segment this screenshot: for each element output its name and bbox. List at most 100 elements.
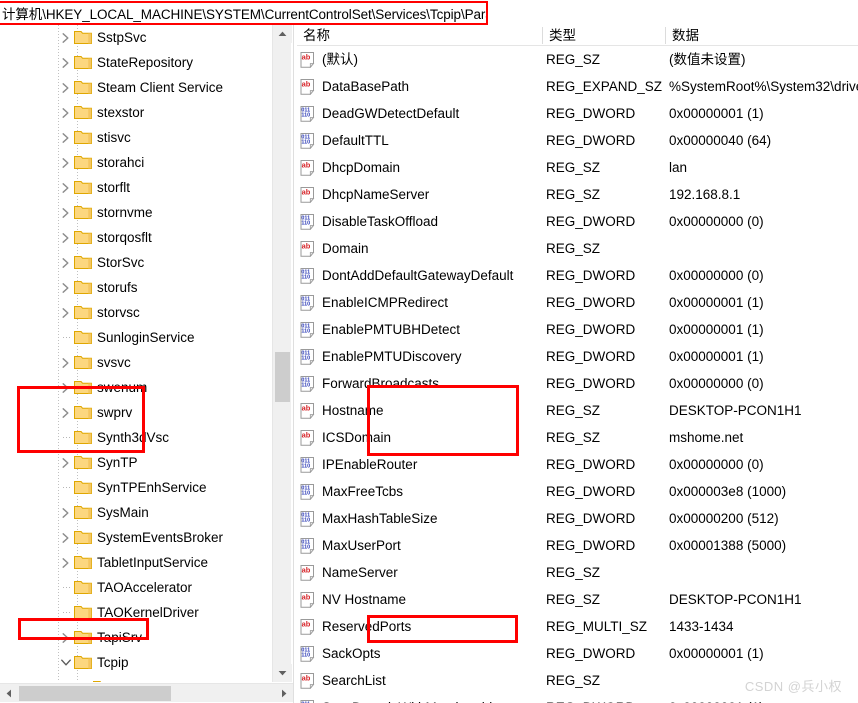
value-row[interactable]: ab (默认) REG_SZ (数值未设置) (297, 46, 858, 73)
value-row[interactable]: 011 110 DontAddDefaultGatewayDefault REG_DW… (297, 262, 858, 289)
value-type: REG_DWORD (546, 322, 636, 337)
tree-item-swenum[interactable]: swenum (0, 375, 272, 400)
tree-item-storqosflt[interactable]: storqosflt (0, 225, 272, 250)
tree-item-stexstor[interactable]: stexstor (0, 100, 272, 125)
chevron-right-icon[interactable] (58, 125, 74, 150)
value-row[interactable]: 011 110 EnableICMPRedirect REG_DWORD 0x00000… (297, 289, 858, 316)
chevron-right-icon[interactable] (58, 300, 74, 325)
value-row[interactable]: ab NV Hostname REG_SZ DESKTOP-PCON1H1 (297, 586, 858, 613)
tree-item-taoaccelerator[interactable]: TAOAccelerator (0, 575, 272, 600)
value-row[interactable]: ab NameServer REG_SZ (297, 559, 858, 586)
chevron-right-icon[interactable] (58, 175, 74, 200)
tree-horizontal-scrollbar[interactable] (0, 683, 293, 702)
value-row[interactable]: ab ICSDomain REG_SZ mshome.net (297, 424, 858, 451)
tree-scrollbar-thumb[interactable] (275, 352, 290, 402)
value-row[interactable]: 011110SyncDomainWithMembershipREG_DWORD0… (297, 694, 858, 703)
registry-key-tree[interactable]: SstpSvc StateRepository Steam Client Servi… (0, 25, 272, 682)
tree-item-stornvme[interactable]: stornvme (0, 200, 272, 225)
value-data: 0x00000000 (0) (669, 376, 764, 391)
svg-text:ab: ab (302, 593, 311, 602)
svg-text:ab: ab (302, 674, 311, 683)
column-header-data[interactable]: 数据 (666, 25, 858, 46)
values-list[interactable]: ab (默认) REG_SZ (数值未设置) ab DataBasePath REG_EXP… (297, 46, 858, 703)
value-row[interactable]: 011 110 SackOpts REG_DWORD 0x00000001 (1) (297, 640, 858, 667)
value-row[interactable]: 011 110 DeadGWDetectDefault REG_DWORD 0x0000… (297, 100, 858, 127)
tree-item-tcpip[interactable]: Tcpip (0, 650, 272, 675)
scroll-right-arrow-icon[interactable] (275, 684, 293, 703)
scroll-up-arrow-icon[interactable] (273, 25, 292, 43)
tree-item-storflt[interactable]: storflt (0, 175, 272, 200)
tree-item-systemeventsbroker[interactable]: SystemEventsBroker (0, 525, 272, 550)
tree-item-taokerneldriver[interactable]: TAOKernelDriver (0, 600, 272, 625)
tree-item-storsvc[interactable]: StorSvc (0, 250, 272, 275)
scroll-left-arrow-icon[interactable] (0, 684, 18, 703)
tree-item-synth3dvsc[interactable]: Synth3dVsc (0, 425, 272, 450)
tree-item-storvsc[interactable]: storvsc (0, 300, 272, 325)
chevron-right-icon[interactable] (58, 250, 74, 275)
chevron-right-icon[interactable] (58, 450, 74, 475)
value-row[interactable]: 011 110 DisableTaskOffload REG_DWORD 0x00000… (297, 208, 858, 235)
chevron-right-icon[interactable] (58, 25, 74, 50)
chevron-right-icon[interactable] (58, 375, 74, 400)
chevron-right-icon[interactable] (58, 400, 74, 425)
column-header-name[interactable]: 名称 (297, 25, 541, 46)
value-row[interactable]: 011 110 EnablePMTUBHDetect REG_DWORD 0x00000… (297, 316, 858, 343)
tree-item-syntp[interactable]: SynTP (0, 450, 272, 475)
tree-item-staterepository[interactable]: StateRepository (0, 50, 272, 75)
registry-path-text: 计算机\HKEY_LOCAL_MACHINE\SYSTEM\CurrentCon… (2, 7, 488, 22)
chevron-right-icon[interactable] (58, 150, 74, 175)
tree-item-sysmain[interactable]: SysMain (0, 500, 272, 525)
value-type: REG_EXPAND_SZ (546, 79, 663, 94)
tree-item-steam-client-service[interactable]: Steam Client Service (0, 75, 272, 100)
tree-item-storufs[interactable]: storufs (0, 275, 272, 300)
tree-item-sunloginservice[interactable]: SunloginService (0, 325, 272, 350)
folder-icon (74, 580, 92, 595)
tree-item-tapisrv[interactable]: TapiSrv (0, 625, 272, 650)
column-header-type[interactable]: 类型 (543, 25, 664, 46)
value-row[interactable]: 011 110 IPEnableRouter REG_DWORD 0x00000000 … (297, 451, 858, 478)
chevron-right-icon[interactable] (58, 350, 74, 375)
value-row[interactable]: 011 110 DefaultTTL REG_DWORD 0x00000040 (64) (297, 127, 858, 154)
chevron-right-icon[interactable] (58, 50, 74, 75)
scroll-down-arrow-icon[interactable] (273, 664, 292, 682)
tree-item-tabletinputservice[interactable]: TabletInputService (0, 550, 272, 575)
value-row[interactable]: ab DhcpDomain REG_SZ lan (297, 154, 858, 181)
value-data: 0x000003e8 (1000) (669, 484, 787, 499)
tree-item-stisvc[interactable]: stisvc (0, 125, 272, 150)
value-data: 0x00000200 (512) (669, 511, 779, 526)
chevron-right-icon[interactable] (58, 200, 74, 225)
tree-item-syntpenhservice[interactable]: SynTPEnhService (0, 475, 272, 500)
value-row[interactable]: ab Hostname REG_SZ DESKTOP-PCON1H1 (297, 397, 858, 424)
value-row[interactable]: 011 110 MaxFreeTcbs REG_DWORD 0x000003e8 (10… (297, 478, 858, 505)
chevron-right-icon[interactable] (58, 75, 74, 100)
registry-address-bar[interactable]: 计算机\HKEY_LOCAL_MACHINE\SYSTEM\CurrentCon… (0, 1, 488, 25)
svg-text:ab: ab (302, 431, 311, 440)
folder-icon (74, 255, 92, 270)
chevron-right-icon[interactable] (58, 500, 74, 525)
value-row[interactable]: 011 110 ForwardBroadcasts REG_DWORD 0x000000… (297, 370, 858, 397)
chevron-down-icon[interactable] (58, 650, 74, 675)
chevron-right-icon[interactable] (58, 100, 74, 125)
value-row[interactable]: 011 110 MaxUserPort REG_DWORD 0x00001388 (50… (297, 532, 858, 559)
value-data: DESKTOP-PCON1H1 (669, 403, 802, 418)
value-row[interactable]: 011 110 MaxHashTableSize REG_DWORD 0x0000020… (297, 505, 858, 532)
value-row[interactable]: 011 110 EnablePMTUDiscovery REG_DWORD 0x0000… (297, 343, 858, 370)
chevron-right-icon[interactable] (58, 275, 74, 300)
tree-vertical-scrollbar[interactable] (272, 25, 292, 682)
tree-item-storahci[interactable]: storahci (0, 150, 272, 175)
chevron-right-icon[interactable] (58, 225, 74, 250)
value-row[interactable]: ab DataBasePath REG_EXPAND_SZ %SystemRoot%\… (297, 73, 858, 100)
svg-text:110: 110 (301, 301, 310, 307)
tree-item-sstpsvc[interactable]: SstpSvc (0, 25, 272, 50)
tree-item-swprv[interactable]: swprv (0, 400, 272, 425)
value-row[interactable]: ab ReservedPorts REG_MULTI_SZ 1433-1434 (297, 613, 858, 640)
svg-text:ab: ab (302, 80, 311, 89)
chevron-right-icon[interactable] (58, 625, 74, 650)
tree-item-svsvc[interactable]: svsvc (0, 350, 272, 375)
chevron-right-icon[interactable] (58, 550, 74, 575)
tree-item-linkage[interactable]: Linkage (0, 675, 272, 682)
chevron-right-icon[interactable] (58, 525, 74, 550)
value-row[interactable]: ab DhcpNameServer REG_SZ 192.168.8.1 (297, 181, 858, 208)
value-row[interactable]: ab Domain REG_SZ (297, 235, 858, 262)
tree-hscrollbar-thumb[interactable] (19, 686, 171, 701)
